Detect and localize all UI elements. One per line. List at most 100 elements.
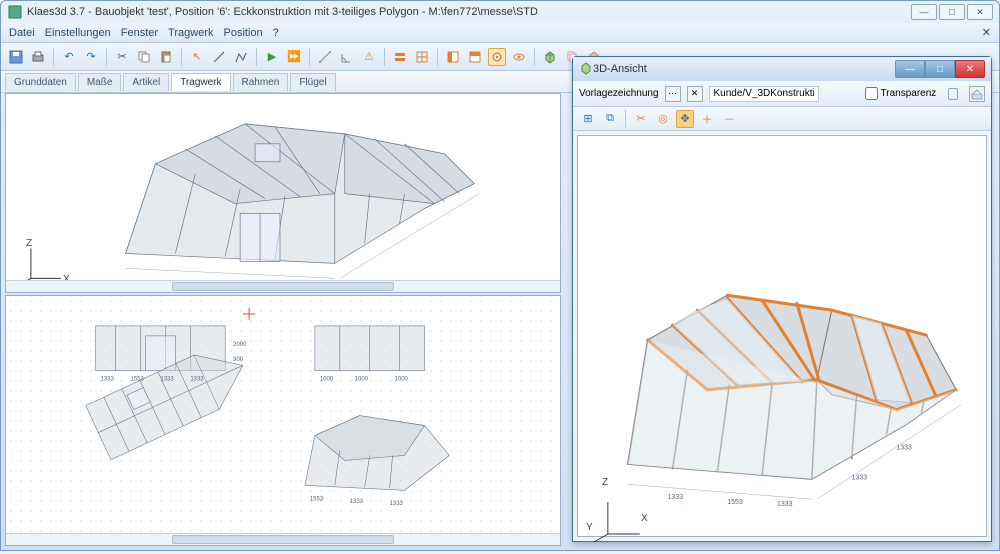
float-close-button[interactable]: ✕ (955, 60, 985, 78)
menu-datei[interactable]: Datei (9, 27, 35, 39)
svg-text:1333: 1333 (777, 501, 793, 508)
axis-minus-icon[interactable]: － (720, 110, 738, 128)
snap-icon[interactable]: ⊞ (579, 110, 597, 128)
warning-icon[interactable]: ⚠ (360, 48, 378, 66)
svg-text:1333: 1333 (160, 377, 174, 383)
tab-fluegel[interactable]: Flügel (290, 73, 335, 91)
svg-text:1553: 1553 (310, 496, 324, 502)
scrollbar-thumb[interactable] (172, 282, 394, 291)
tab-tragwerk[interactable]: Tragwerk (171, 73, 230, 91)
axis-plus-icon[interactable]: ＋ (698, 110, 716, 128)
move-icon[interactable]: ✥ (676, 110, 694, 128)
vorlage-label: Vorlagezeichnung (579, 88, 659, 99)
title-bar: Klaes3d 3.7 - Bauobjekt 'test', Position… (1, 1, 999, 23)
svg-text:1333: 1333 (350, 499, 364, 505)
menu-fenster[interactable]: Fenster (121, 27, 158, 39)
undo-icon[interactable]: ↶ (60, 48, 78, 66)
svg-text:1553: 1553 (727, 499, 743, 506)
mdi-close-icon[interactable]: ✕ (982, 26, 991, 39)
loop-icon[interactable]: ◎ (654, 110, 672, 128)
vorlage-field[interactable] (709, 86, 819, 102)
separator (106, 48, 107, 66)
fastfwd-icon[interactable]: ⏩ (285, 48, 303, 66)
horizontal-scrollbar[interactable] (6, 533, 560, 545)
transparency-label: Transparenz (881, 88, 937, 99)
poly-icon[interactable] (232, 48, 250, 66)
svg-text:1333: 1333 (390, 501, 404, 507)
window-title: Klaes3d 3.7 - Bauobjekt 'test', Position… (27, 6, 911, 18)
menu-help[interactable]: ? (273, 27, 279, 39)
transparency-checkbox[interactable] (865, 87, 878, 100)
save-icon[interactable] (7, 48, 25, 66)
svg-text:1333: 1333 (896, 444, 912, 451)
menu-position[interactable]: Position (223, 27, 262, 39)
transparency-slider[interactable] (948, 92, 957, 96)
click-icon[interactable]: ↖ (188, 48, 206, 66)
cut-icon[interactable]: ✂ (632, 110, 650, 128)
3d-view-titlebar[interactable]: 3D-Ansicht — □ ✕ (573, 57, 991, 81)
svg-text:900: 900 (233, 357, 244, 363)
redo-icon[interactable]: ↷ (82, 48, 100, 66)
svg-text:1000: 1000 (320, 377, 334, 383)
svg-text:1000: 1000 (395, 377, 409, 383)
browse-button[interactable]: ⋯ (665, 86, 681, 102)
transparency-option[interactable]: Transparenz (865, 87, 937, 100)
maximize-button[interactable]: □ (939, 4, 965, 20)
3d-view-toolbar-bottom: ⊞ ⧉ ✂ ◎ ✥ ＋ － (573, 107, 991, 131)
separator (625, 110, 626, 128)
angle-icon[interactable] (338, 48, 356, 66)
panel2-icon[interactable] (466, 48, 484, 66)
tab-masse[interactable]: Maße (78, 73, 122, 91)
close-button[interactable]: ✕ (967, 4, 993, 20)
3d-view-title: 3D-Ansicht (593, 63, 895, 75)
separator (384, 48, 385, 66)
clear-button[interactable]: ✕ (687, 86, 703, 102)
cube-icon[interactable] (541, 48, 559, 66)
app-icon (7, 4, 23, 20)
slider-thumb[interactable] (948, 88, 958, 100)
isometric-view-pane[interactable]: X Y Z (5, 93, 561, 293)
paste-icon[interactable] (157, 48, 175, 66)
layer-icon[interactable] (391, 48, 409, 66)
svg-text:1333: 1333 (668, 494, 684, 501)
panel1-icon[interactable] (444, 48, 462, 66)
line-icon[interactable] (210, 48, 228, 66)
copy-icon[interactable] (135, 48, 153, 66)
grid-icon[interactable] (413, 48, 431, 66)
tab-rahmen[interactable]: Rahmen (233, 73, 289, 91)
axis-x-label: X (641, 513, 648, 524)
svg-text:1333: 1333 (190, 377, 204, 383)
horizontal-scrollbar[interactable] (6, 280, 560, 292)
float-maximize-button[interactable]: □ (925, 60, 955, 78)
axis-z-label: Z (26, 238, 32, 249)
eye-icon[interactable] (510, 48, 528, 66)
separator (309, 48, 310, 66)
svg-text:1000: 1000 (355, 377, 369, 383)
3d-render-viewport[interactable]: 133315531333 13331333 X Y Z (577, 135, 987, 537)
link-icon[interactable]: ⧉ (601, 110, 619, 128)
menu-einstellungen[interactable]: Einstellungen (45, 27, 111, 39)
tab-artikel[interactable]: Artikel (123, 73, 169, 91)
settings-icon[interactable] (969, 86, 985, 102)
3d-render: 133315531333 13331333 (578, 136, 986, 554)
target-icon[interactable] (488, 48, 506, 66)
svg-text:2000: 2000 (233, 342, 247, 348)
scrollbar-thumb[interactable] (172, 535, 394, 544)
cut-icon[interactable]: ✂ (113, 48, 131, 66)
left-column: X Y Z (5, 93, 561, 546)
print-icon[interactable] (29, 48, 47, 66)
3d-view-toolbar-top: Vorlagezeichnung ⋯ ✕ Transparenz (573, 81, 991, 107)
technical-views-pane[interactable]: 1333 1553 1333 1333 2000 900 1000 1000 1000 15… (5, 295, 561, 546)
isometric-wireframe (6, 94, 560, 293)
separator (256, 48, 257, 66)
tab-grunddaten[interactable]: Grunddaten (5, 73, 76, 91)
window-controls: — □ ✕ (911, 4, 993, 20)
axis-y-label: Y (586, 522, 593, 533)
measure-icon[interactable] (316, 48, 334, 66)
separator (181, 48, 182, 66)
play-icon[interactable]: ▶ (263, 48, 281, 66)
minimize-button[interactable]: — (911, 4, 937, 20)
svg-text:1553: 1553 (131, 377, 145, 383)
menu-tragwerk[interactable]: Tragwerk (168, 27, 213, 39)
float-minimize-button[interactable]: — (895, 60, 925, 78)
